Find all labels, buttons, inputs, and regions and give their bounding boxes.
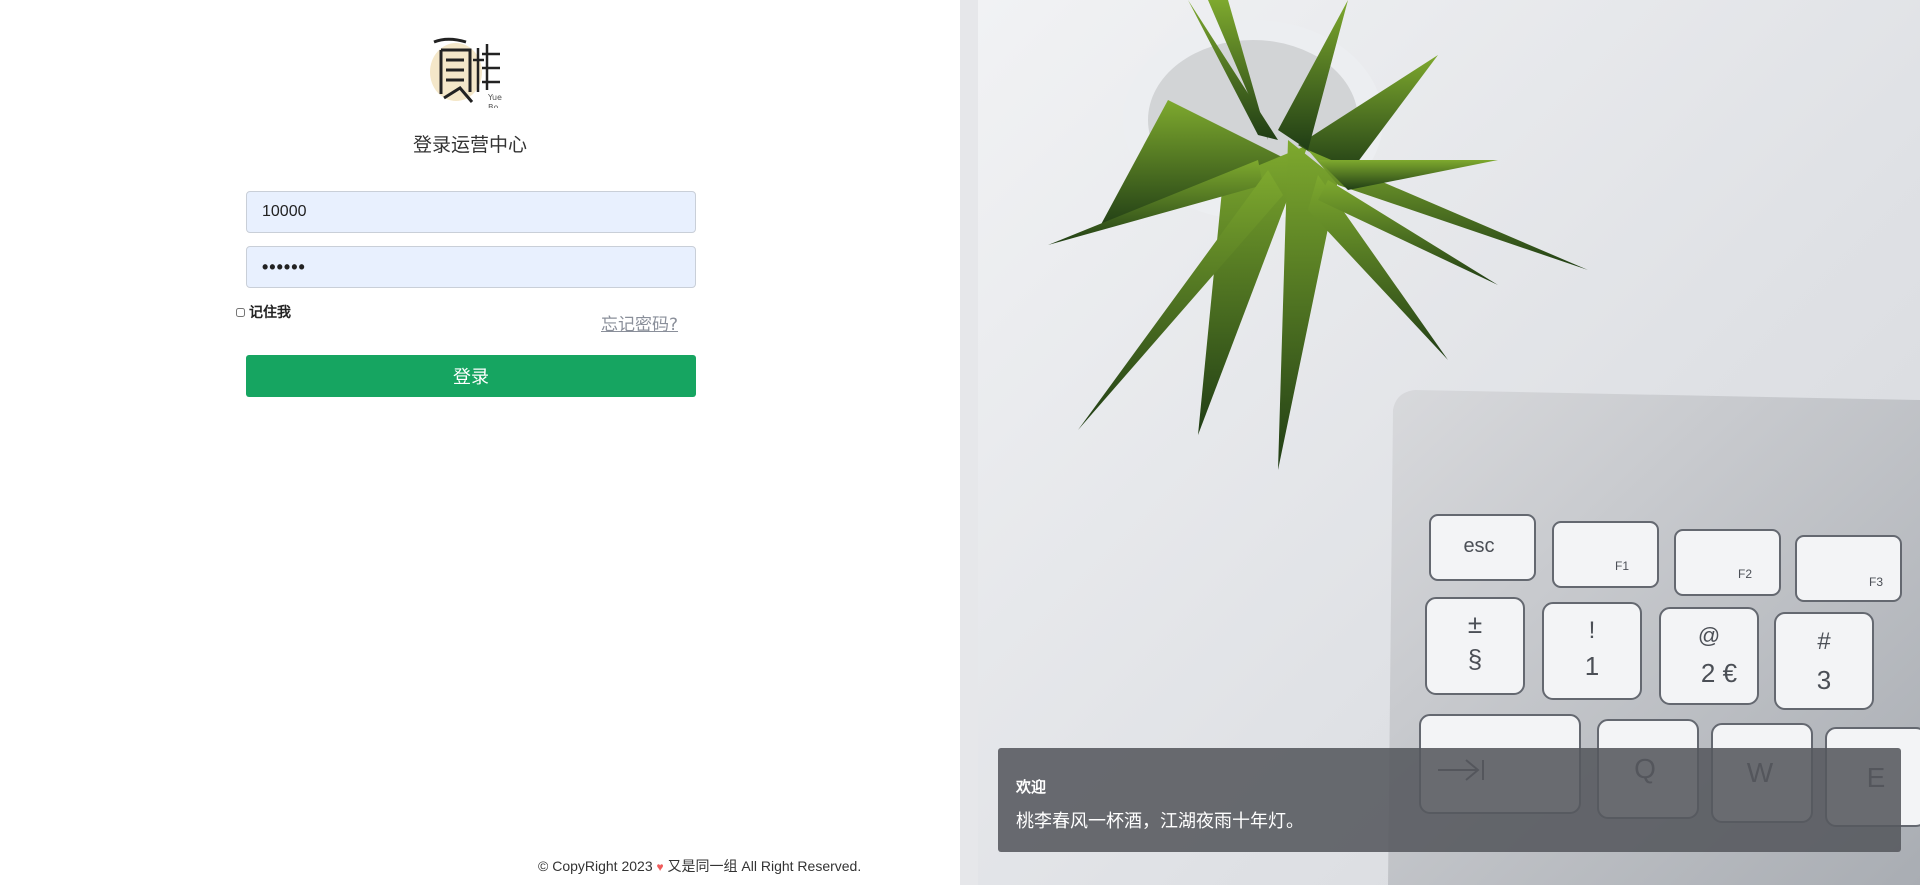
key-label-3: 3 xyxy=(1817,665,1831,695)
password-input[interactable]: •••••• xyxy=(246,246,696,288)
username-value: 10000 xyxy=(262,203,307,220)
yuebo-logo: Yue Bo xyxy=(430,37,502,108)
key-label-hash: # xyxy=(1817,628,1831,655)
key-label-1: 1 xyxy=(1585,651,1599,681)
key-label-esc: esc xyxy=(1463,535,1494,557)
key-label-section: § xyxy=(1468,644,1482,674)
carousel-caption: 欢迎 桃李春风一杯酒，江湖夜雨十年灯。 xyxy=(998,748,1901,852)
password-value: •••••• xyxy=(262,256,306,277)
key-label-at: @ xyxy=(1698,623,1720,648)
key-label-f3: F3 xyxy=(1869,575,1883,589)
remember-checkbox[interactable] xyxy=(236,307,245,317)
key-label-f2: F2 xyxy=(1738,567,1752,581)
key-label-exclamation: ! xyxy=(1589,617,1596,644)
login-panel: Yue Bo 登录运营中心 10000 •••••• 记住我 忘记密码? 登录 … xyxy=(0,0,960,885)
remember-label: 记住我 xyxy=(249,305,291,321)
caption-title: 欢迎 xyxy=(1016,778,1047,796)
panel-divider xyxy=(960,0,978,885)
key-label-f1: F1 xyxy=(1615,559,1629,573)
copyright-text: © CopyRight 2023 xyxy=(538,858,653,874)
remember-me[interactable]: 记住我 xyxy=(236,302,291,322)
team-text: 又是同一组 All Right Reserved. xyxy=(667,858,862,874)
heart-icon: ♥ xyxy=(656,860,664,874)
key-label-plus-minus: ± xyxy=(1468,609,1482,639)
username-input[interactable]: 10000 xyxy=(246,191,696,233)
caption-text: 桃李春风一杯酒，江湖夜雨十年灯。 xyxy=(1016,811,1304,832)
copyright-footer: © CopyRight 2023 ♥ 又是同一组 All Right Reser… xyxy=(538,856,861,876)
key-label-2: 2 € xyxy=(1701,658,1738,688)
login-button[interactable]: 登录 xyxy=(246,355,696,397)
forgot-password-link[interactable]: 忘记密码? xyxy=(601,310,678,335)
svg-text:Bo: Bo xyxy=(488,103,498,108)
svg-text:Yue: Yue xyxy=(487,93,502,102)
login-title: 登录运营中心 xyxy=(412,134,527,156)
